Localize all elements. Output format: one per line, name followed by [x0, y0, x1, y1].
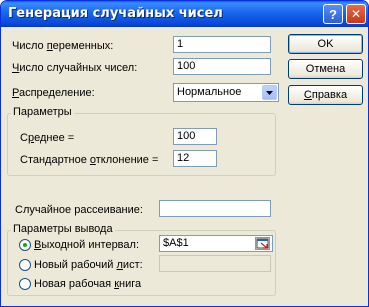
- question-icon: ?: [329, 6, 337, 22]
- ok-button[interactable]: OK: [288, 34, 363, 54]
- num-variables-input[interactable]: 1: [173, 36, 271, 53]
- title-bar: Генерация случайных чисел ? ✕: [1, 1, 368, 27]
- label-part: Новый рабочий: [34, 259, 117, 271]
- cell-select-icon: [256, 238, 269, 249]
- label-part: исло случайных чисел:: [19, 62, 138, 74]
- distribution-label: Распределение:: [12, 87, 95, 99]
- label-part: ыходной интервал:: [41, 239, 139, 251]
- label-mnemonic: Р: [12, 87, 19, 99]
- label-part: нига: [119, 278, 142, 290]
- distribution-value: Нормальное: [177, 86, 242, 98]
- output-range-label: Выходной интервал:: [34, 239, 139, 251]
- num-random-label: Число случайных чисел:: [12, 62, 137, 74]
- output-range-radio[interactable]: [19, 239, 31, 251]
- help-titlebar-button[interactable]: ?: [323, 4, 343, 24]
- new-sheet-radio[interactable]: [19, 259, 31, 271]
- label-mnemonic: С: [303, 89, 312, 101]
- chevron-down-icon: [266, 90, 273, 95]
- new-book-label: Новая рабочая книга: [34, 278, 141, 290]
- close-icon: ✕: [350, 7, 362, 21]
- num-random-input[interactable]: 100: [173, 58, 271, 75]
- label-part: ист:: [122, 259, 143, 271]
- label-part: правка: [311, 89, 348, 101]
- stddev-input[interactable]: 12: [173, 150, 217, 167]
- close-button[interactable]: ✕: [346, 4, 366, 24]
- dialog-window: Генерация случайных чисел ? ✕ Число пере…: [0, 0, 369, 307]
- label-part: Стандартное: [20, 154, 90, 166]
- label-part: Число: [12, 40, 47, 52]
- num-variables-label: Число переменных:: [12, 40, 113, 52]
- new-sheet-label: Новый рабочий лист:: [34, 259, 143, 271]
- label-part: аспределение:: [18, 87, 95, 99]
- window-title: Генерация случайных чисел: [8, 6, 223, 21]
- output-group-title: Параметры вывода: [11, 223, 115, 235]
- label-part: Новая рабочая: [34, 278, 115, 290]
- mean-input[interactable]: 100: [173, 128, 217, 145]
- help-button[interactable]: Справка: [288, 85, 363, 105]
- label-part: тклонение =: [95, 154, 159, 166]
- label-part: еременных:: [52, 40, 114, 52]
- distribution-select[interactable]: Нормальное: [173, 83, 279, 102]
- cancel-button[interactable]: Отмена: [288, 59, 363, 79]
- stddev-label: Стандартное отклонение =: [20, 154, 158, 166]
- dropdown-arrow[interactable]: [262, 85, 277, 100]
- label-part: еднее =: [34, 132, 75, 144]
- seed-label: Случайное рассеивание:: [15, 204, 143, 216]
- params-group-title: Параметры: [11, 106, 74, 118]
- new-book-radio[interactable]: [19, 278, 31, 290]
- range-select-button[interactable]: [255, 237, 270, 250]
- label-part: С: [20, 132, 28, 144]
- new-sheet-input[interactable]: [159, 255, 271, 272]
- params-group: [7, 113, 276, 176]
- seed-input[interactable]: [159, 200, 271, 217]
- mean-label: Среднее =: [20, 132, 74, 144]
